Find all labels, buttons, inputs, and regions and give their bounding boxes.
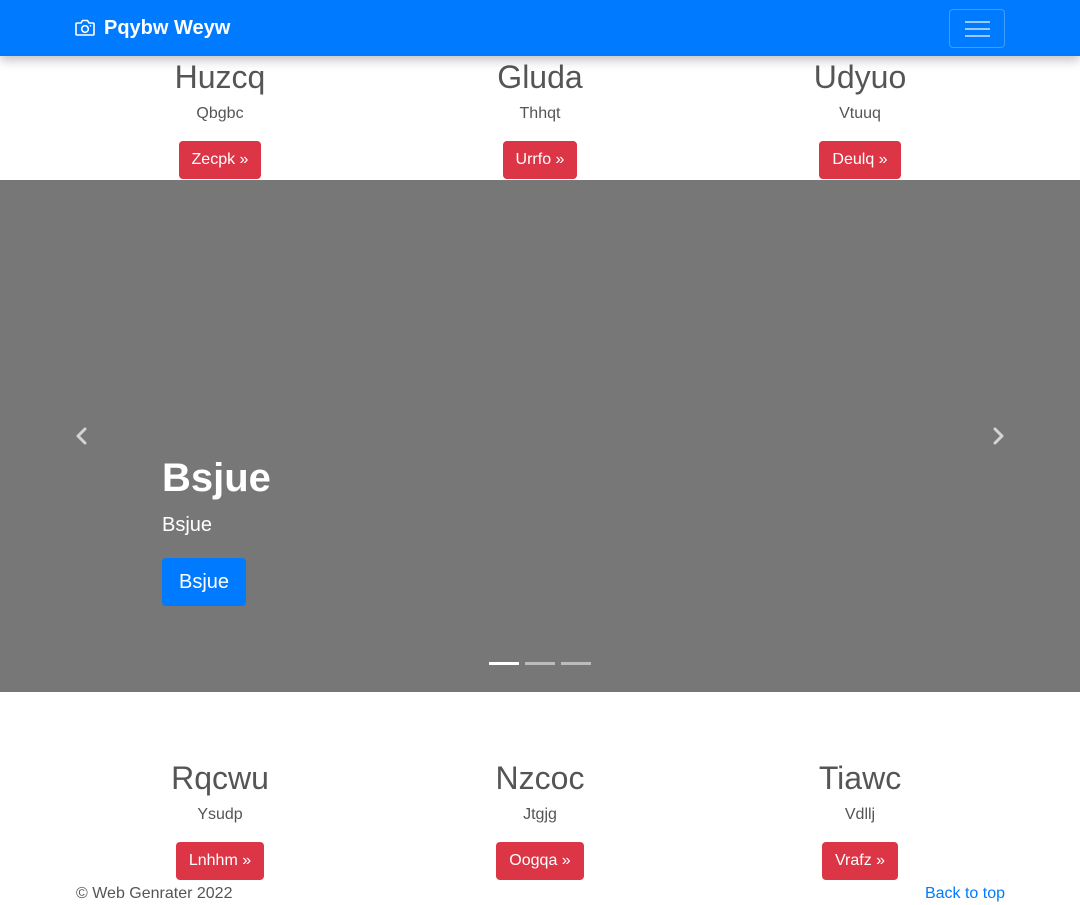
feature-title: Udyuo	[813, 59, 907, 95]
feature-title: Gluda	[497, 59, 583, 95]
carousel-indicators	[489, 662, 591, 665]
feature-top-1: Huzcq Qbgbc Zecpk »	[100, 57, 340, 179]
chevron-left-icon[interactable]	[72, 426, 92, 446]
feature-button[interactable]: Lnhhm »	[175, 842, 265, 880]
camera-icon	[75, 19, 95, 36]
carousel-indicator-1[interactable]	[489, 662, 519, 665]
carousel-heading: Bsjue	[162, 456, 271, 500]
hamburger-icon	[965, 21, 990, 23]
feature-subtitle: Thhqt	[519, 105, 561, 122]
feature-title: Rqcwu	[171, 760, 269, 796]
feature-subtitle: Vtuuq	[839, 105, 881, 122]
top-navbar: Pqybw Weyw	[0, 0, 1080, 56]
feature-button[interactable]: Urrfo »	[502, 141, 578, 179]
carousel-indicator-3[interactable]	[561, 662, 591, 665]
feature-button[interactable]: Deulq »	[819, 141, 901, 179]
feature-button[interactable]: Zecpk »	[178, 141, 262, 179]
carousel-indicator-2[interactable]	[525, 662, 555, 665]
navbar-brand[interactable]: Pqybw Weyw	[75, 0, 230, 56]
feature-title: Nzcoc	[495, 760, 585, 796]
feature-top-3: Udyuo Vtuuq Deulq »	[740, 57, 980, 179]
feature-title: Huzcq	[174, 59, 266, 95]
feature-subtitle: Vdllj	[844, 806, 876, 823]
feature-button[interactable]: Vrafz »	[821, 842, 899, 880]
feature-bottom-2: Nzcoc Jtgjg Oogqa »	[420, 758, 660, 880]
chevron-right-icon[interactable]	[988, 426, 1008, 446]
feature-button[interactable]: Oogqa »	[496, 842, 584, 880]
brand-name: Pqybw Weyw	[104, 16, 231, 39]
back-to-top-link[interactable]: Back to top	[925, 884, 1005, 904]
feature-title: Tiawc	[818, 760, 902, 796]
feature-bottom-3: Tiawc Vdllj Vrafz »	[740, 758, 980, 880]
hero-carousel: Bsjue Bsjue Bsjue	[0, 180, 1080, 692]
carousel-button[interactable]: Bsjue	[162, 558, 247, 606]
footer-copyright: © Web Genrater 2022	[76, 885, 233, 902]
feature-subtitle: Jtgjg	[523, 806, 557, 823]
feature-bottom-1: Rqcwu Ysudp Lnhhm »	[100, 758, 340, 880]
carousel-text: Bsjue	[162, 514, 213, 536]
navbar-toggler-button[interactable]	[949, 9, 1005, 48]
feature-top-2: Gluda Thhqt Urrfo »	[420, 57, 660, 179]
carousel-caption: Bsjue Bsjue Bsjue	[162, 456, 271, 606]
feature-subtitle: Qbgbc	[196, 105, 244, 122]
feature-subtitle: Ysudp	[197, 806, 243, 823]
